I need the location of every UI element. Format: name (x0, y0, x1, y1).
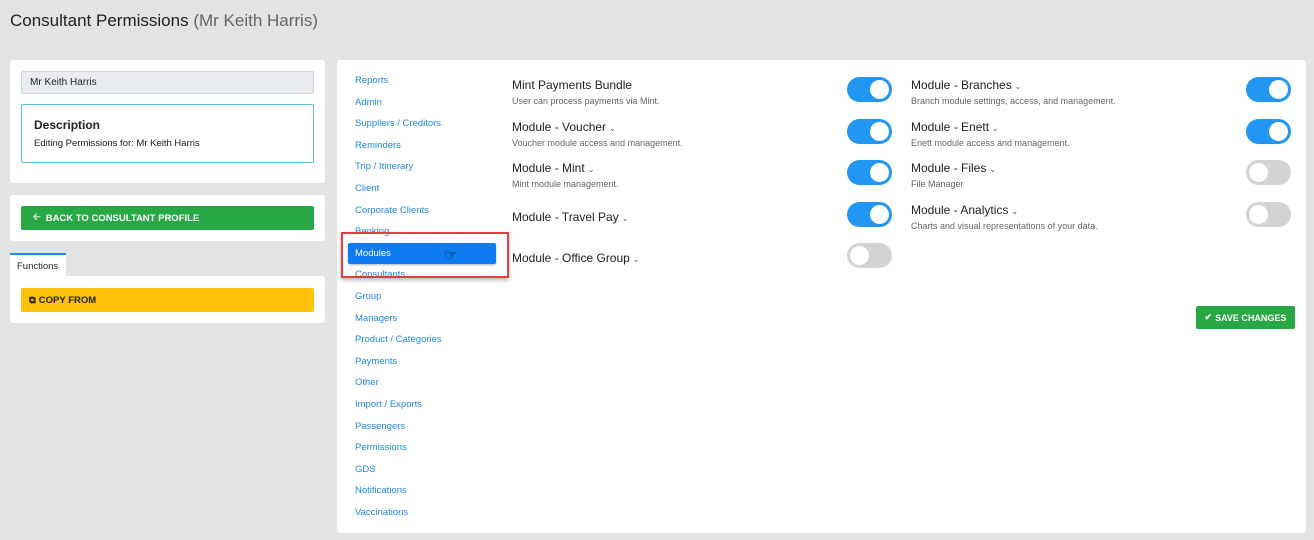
nav-item-reminders[interactable]: Reminders (355, 140, 442, 162)
permission-category-nav: Reports Admin Suppliers / Creditors Reminde… (355, 75, 442, 528)
description-title: Description (34, 118, 101, 132)
nav-item-trip-itinerary[interactable]: Trip / Itinerary (355, 161, 442, 183)
permission-name: Mint Payments Bundle (512, 78, 660, 92)
nav-item-notifications[interactable]: Notifications (355, 485, 442, 507)
permission-desc: Charts and visual representations of you… (911, 221, 1098, 231)
chevron-down-icon[interactable]: ⌄ (989, 165, 996, 174)
permission-item: Mint Payments Bundle User can process pay… (512, 78, 660, 106)
permission-toggle[interactable] (1246, 202, 1291, 227)
back-to-profile-button[interactable]: 🡠 BACK TO CONSULTANT PROFILE (21, 206, 314, 230)
permission-item: Module - Voucher ⌄ Voucher module access a… (512, 120, 683, 148)
permission-name[interactable]: Module - Enett ⌄ (911, 120, 1070, 134)
title-text: Consultant Permissions (10, 11, 189, 30)
permission-item: Module - Travel Pay ⌄ (512, 210, 628, 224)
page-title: Consultant Permissions (Mr Keith Harris) (10, 11, 318, 31)
title-subtitle: (Mr Keith Harris) (193, 11, 318, 30)
permission-label: Module - Voucher (512, 120, 607, 134)
description-box: Description Editing Permissions for: Mr … (21, 104, 314, 163)
back-button-label: BACK TO CONSULTANT PROFILE (45, 212, 200, 224)
nav-item-reports[interactable]: Reports (355, 75, 442, 97)
chevron-down-icon[interactable]: ⌄ (622, 214, 629, 223)
nav-item-other[interactable]: Other (355, 377, 442, 399)
permission-desc: Voucher module access and management. (512, 138, 683, 148)
permission-desc: Mint module management. (512, 179, 619, 189)
permission-desc: Enett module access and management. (911, 138, 1070, 148)
permission-toggle[interactable] (847, 77, 892, 102)
highlight-box (341, 232, 509, 278)
copy-from-button[interactable]: ⧉ COPY FROM (21, 288, 314, 312)
permission-toggle[interactable] (847, 243, 892, 268)
nav-item-group[interactable]: Group (355, 291, 442, 313)
permission-label: Module - Branches (911, 78, 1012, 92)
arrow-left-icon: 🡠 (33, 212, 41, 223)
permission-name[interactable]: Module - Mint ⌄ (512, 161, 619, 175)
copy-icon: ⧉ (29, 294, 36, 306)
nav-item-passengers[interactable]: Passengers (355, 421, 442, 443)
permission-label: Module - Mint (512, 161, 585, 175)
chevron-down-icon[interactable]: ⌄ (1015, 82, 1022, 91)
permission-desc: User can process payments via Mint. (512, 96, 660, 106)
nav-item-managers[interactable]: Managers (355, 313, 442, 335)
permission-name[interactable]: Module - Voucher ⌄ (512, 120, 683, 134)
nav-item-permissions[interactable]: Permissions (355, 442, 442, 464)
permission-toggle[interactable] (1246, 77, 1291, 102)
nav-item-vaccinations[interactable]: Vaccinations (355, 507, 442, 529)
permission-label: Module - Enett (911, 120, 990, 134)
nav-item-payments[interactable]: Payments (355, 356, 442, 378)
permission-item: Module - Files ⌄ File Manager (911, 161, 996, 189)
nav-item-corporate-clients[interactable]: Corporate Clients (355, 205, 442, 227)
save-button-label: SAVE CHANGES (1215, 312, 1287, 323)
permission-name[interactable]: Module - Travel Pay ⌄ (512, 210, 628, 224)
profile-card: Mr Keith Harris Description Editing Perm… (10, 60, 325, 183)
check-icon: ✔ (1204, 312, 1213, 322)
nav-item-import-exports[interactable]: Import / Exports (355, 399, 442, 421)
permission-toggle[interactable] (847, 202, 892, 227)
permission-item: Module - Branches ⌄ Branch module settings… (911, 78, 1116, 106)
nav-item-product-categories[interactable]: Product / Categories (355, 334, 442, 356)
chevron-down-icon[interactable]: ⌄ (1011, 207, 1018, 216)
permission-item: Module - Enett ⌄ Enett module access and m… (911, 120, 1070, 148)
permission-desc: File Manager (911, 179, 964, 189)
permission-name[interactable]: Module - Analytics ⌄ (911, 203, 1098, 217)
nav-item-admin[interactable]: Admin (355, 97, 442, 119)
nav-item-suppliers-creditors[interactable]: Suppliers / Creditors (355, 118, 442, 140)
back-card: 🡠 BACK TO CONSULTANT PROFILE (10, 195, 325, 241)
permission-item: Module - Analytics ⌄ Charts and visual rep… (911, 203, 1098, 231)
permission-name[interactable]: Module - Branches ⌄ (911, 78, 1116, 92)
hand-cursor-icon: ☞ (444, 247, 458, 264)
permission-label: Module - Office Group (512, 251, 630, 265)
chevron-down-icon[interactable]: ⌄ (588, 165, 595, 174)
consultant-name-field: Mr Keith Harris (21, 71, 314, 94)
permission-label: Module - Files (911, 161, 987, 175)
permission-name[interactable]: Module - Office Group ⌄ (512, 251, 640, 265)
tab-functions[interactable]: Functions (10, 253, 66, 276)
copy-button-label: COPY FROM (38, 294, 97, 306)
permission-toggle[interactable] (1246, 119, 1291, 144)
permission-desc: Branch module settings, access, and mana… (911, 96, 1116, 106)
permission-label: Mint Payments Bundle (512, 78, 633, 92)
nav-item-gds[interactable]: GDS (355, 464, 442, 486)
permission-toggle[interactable] (847, 160, 892, 185)
chevron-down-icon[interactable]: ⌄ (992, 124, 999, 133)
permission-label: Module - Travel Pay (512, 210, 619, 224)
permission-toggle[interactable] (1246, 160, 1291, 185)
permissions-card (337, 60, 1306, 533)
functions-card: ⧉ COPY FROM (10, 276, 325, 323)
chevron-down-icon[interactable]: ⌄ (633, 255, 640, 264)
chevron-down-icon[interactable]: ⌄ (609, 124, 616, 133)
nav-item-client[interactable]: Client (355, 183, 442, 205)
description-text: Editing Permissions for: Mr Keith Harris (34, 138, 200, 149)
save-changes-button[interactable]: ✔ SAVE CHANGES (1196, 306, 1295, 329)
permission-item: Module - Office Group ⌄ (512, 251, 640, 265)
permission-name[interactable]: Module - Files ⌄ (911, 161, 996, 175)
permission-label: Module - Analytics (911, 203, 1009, 217)
permission-toggle[interactable] (847, 119, 892, 144)
permission-item: Module - Mint ⌄ Mint module management. (512, 161, 619, 189)
